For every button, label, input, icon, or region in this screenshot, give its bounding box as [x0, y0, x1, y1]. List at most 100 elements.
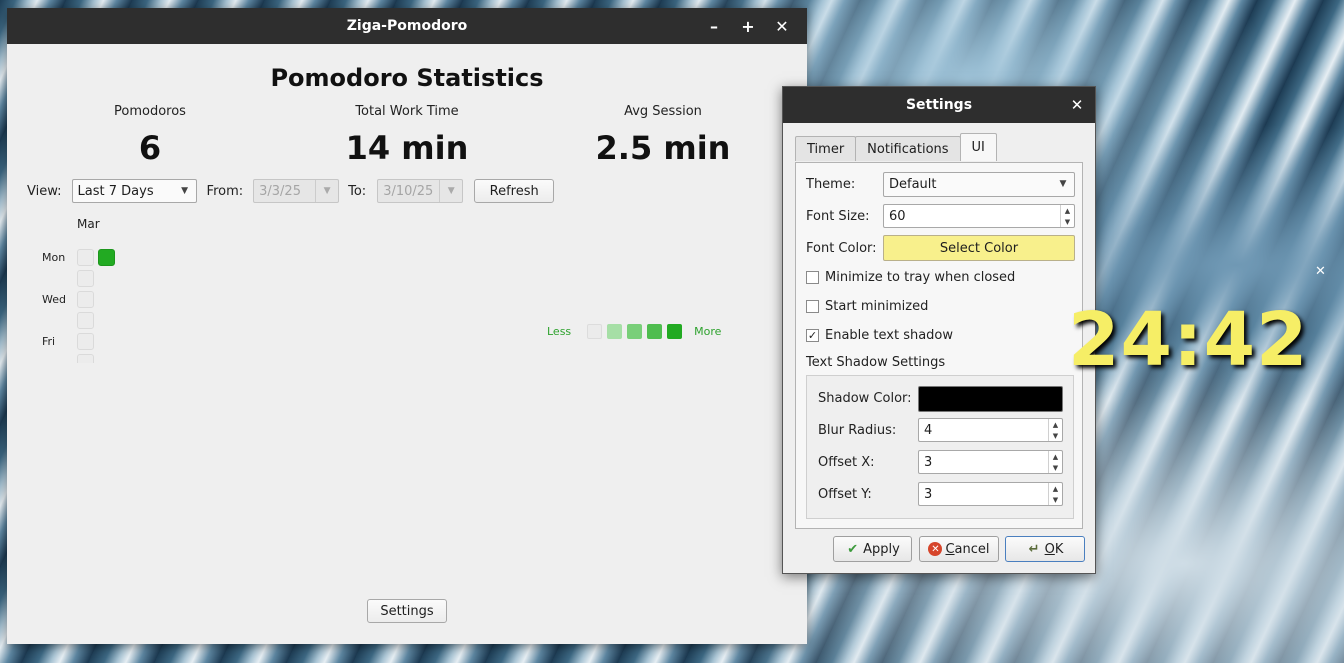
stat-label: Avg Session: [624, 104, 702, 119]
theme-select[interactable]: Default ▼: [883, 172, 1075, 197]
cancel-button[interactable]: ✕ Cancel: [919, 536, 999, 562]
to-date-field[interactable]: 3/10/25 ▼: [377, 179, 464, 203]
offset-y-value: 3: [924, 486, 933, 502]
ok-label: K: [1054, 541, 1064, 557]
shadow-settings-group: Shadow Color: Blur Radius: 4 ▲ ▼ Offset X…: [806, 375, 1074, 519]
spin-down-icon[interactable]: ▼: [1049, 494, 1062, 505]
spin-down-icon[interactable]: ▼: [1049, 462, 1062, 473]
dialog-button-row: ✔ Apply ✕ Cancel ↵ OK: [833, 536, 1085, 562]
font-color-label: Font Color:: [806, 241, 877, 256]
minimize-tray-option[interactable]: Minimize to tray when closed: [806, 270, 1015, 285]
blur-radius-spinbox[interactable]: 4 ▲ ▼: [918, 418, 1063, 442]
view-select[interactable]: Last 7 Days ▼: [71, 179, 197, 203]
shadow-section-label: Text Shadow Settings: [806, 355, 946, 370]
chevron-down-icon: ▼: [315, 180, 338, 202]
minimize-tray-label[interactable]: Minimize to tray when closed: [825, 270, 1015, 285]
text-shadow-checkbox[interactable]: ✓: [806, 329, 819, 342]
day-label-mon: Mon: [42, 251, 66, 264]
stat-value: 14 min: [345, 129, 469, 167]
settings-tabs: Timer Notifications UI: [795, 133, 997, 162]
shadow-color-button[interactable]: [918, 386, 1063, 412]
spin-up-icon[interactable]: ▲: [1049, 483, 1062, 494]
spin-up-icon[interactable]: ▲: [1061, 205, 1074, 216]
maximize-button[interactable]: +: [731, 8, 765, 44]
refresh-button[interactable]: Refresh: [474, 179, 555, 203]
legend-less-label: Less: [547, 325, 572, 338]
dialog-titlebar[interactable]: Settings ✕: [783, 87, 1095, 123]
spin-arrows[interactable]: ▲ ▼: [1048, 419, 1062, 441]
close-icon[interactable]: ✕: [1067, 87, 1087, 123]
cancel-label: ancel: [954, 541, 990, 557]
heatmap-cell: [77, 270, 94, 287]
spin-down-icon[interactable]: ▼: [1061, 216, 1074, 227]
offset-x-spinbox[interactable]: 3 ▲ ▼: [918, 450, 1063, 474]
spin-arrows[interactable]: ▲ ▼: [1048, 451, 1062, 473]
offset-y-label: Offset Y:: [818, 487, 872, 502]
from-label: From:: [206, 183, 244, 199]
to-date-value: 3/10/25: [383, 183, 434, 199]
settings-button[interactable]: Settings: [367, 599, 447, 623]
legend-swatch: [667, 324, 683, 339]
select-color-button[interactable]: Select Color: [883, 235, 1075, 261]
heatmap-cell: [77, 249, 94, 266]
minimize-tray-checkbox[interactable]: [806, 271, 819, 284]
tab-notifications[interactable]: Notifications: [855, 136, 961, 161]
close-button[interactable]: ✕: [765, 8, 799, 44]
chevron-down-icon: ▼: [439, 180, 462, 202]
day-label-fri: Fri: [42, 335, 56, 348]
filter-bar: View: Last 7 Days ▼ From: 3/3/25 ▼ To: 3…: [27, 178, 555, 204]
start-minimized-label[interactable]: Start minimized: [825, 299, 928, 314]
cancel-mnemonic: C: [945, 541, 955, 557]
apply-label: Apply: [863, 541, 900, 557]
window-controls: – + ✕: [697, 8, 799, 44]
legend-more-label: More: [694, 325, 722, 338]
tab-timer[interactable]: Timer: [795, 136, 857, 161]
ok-button[interactable]: ↵ OK: [1005, 536, 1085, 562]
cancel-icon: ✕: [928, 542, 943, 556]
overlay-close-icon[interactable]: ✕: [1315, 264, 1326, 279]
dialog-title: Settings: [905, 97, 973, 113]
font-size-spinbox[interactable]: 60 ▲ ▼: [883, 204, 1075, 228]
chevron-down-icon: ▼: [181, 186, 188, 196]
from-date-field[interactable]: 3/3/25 ▼: [253, 179, 340, 203]
tab-ui[interactable]: UI: [959, 133, 997, 161]
heatmap-legend: Less More: [547, 324, 721, 339]
spin-arrows[interactable]: ▲ ▼: [1048, 483, 1062, 505]
minimize-button[interactable]: –: [697, 8, 731, 44]
start-minimized-option[interactable]: Start minimized: [806, 299, 928, 314]
font-color-row: Font Color:: [806, 241, 877, 256]
heatmap-cell-active: [98, 249, 115, 266]
view-label: View:: [27, 183, 62, 199]
ui-tab-pane: Theme: Default ▼ Font Size: 60 ▲ ▼ Font C…: [795, 162, 1083, 529]
shadow-color-label: Shadow Color:: [818, 391, 912, 406]
day-label-wed: Wed: [42, 293, 66, 306]
legend-swatch: [587, 324, 603, 339]
offset-x-value: 3: [924, 454, 933, 470]
shadow-section-title: Text Shadow Settings: [806, 355, 945, 370]
font-size-row: Font Size:: [806, 209, 870, 224]
blur-radius-value: 4: [924, 422, 933, 438]
from-date-value: 3/3/25: [259, 183, 301, 199]
text-shadow-option[interactable]: ✓ Enable text shadow: [806, 328, 953, 343]
heatmap-cell: [77, 291, 94, 308]
heatmap-cell: [77, 333, 94, 350]
stat-avg-session: Avg Session 2.5 min: [533, 104, 793, 167]
spin-down-icon[interactable]: ▼: [1049, 430, 1062, 441]
legend-swatch: [607, 324, 623, 339]
spin-arrows[interactable]: ▲ ▼: [1060, 205, 1074, 227]
checkmark-icon: ✔: [847, 541, 859, 557]
offset-y-spinbox[interactable]: 3 ▲ ▼: [918, 482, 1063, 506]
theme-label: Theme:: [806, 177, 856, 192]
main-titlebar[interactable]: Ziga-Pomodoro – + ✕: [7, 8, 807, 44]
stat-value: 2.5 min: [595, 129, 731, 167]
start-minimized-checkbox[interactable]: [806, 300, 819, 313]
apply-button[interactable]: ✔ Apply: [833, 536, 912, 562]
text-shadow-label[interactable]: Enable text shadow: [825, 328, 953, 343]
page-title: Pomodoro Statistics: [270, 64, 544, 92]
heatmap-cell: [77, 354, 94, 363]
font-size-value: 60: [889, 208, 906, 224]
spin-up-icon[interactable]: ▲: [1049, 419, 1062, 430]
timer-overlay[interactable]: 24:42: [1068, 297, 1309, 383]
stat-pomodoros: Pomodoros 6: [20, 104, 280, 167]
spin-up-icon[interactable]: ▲: [1049, 451, 1062, 462]
